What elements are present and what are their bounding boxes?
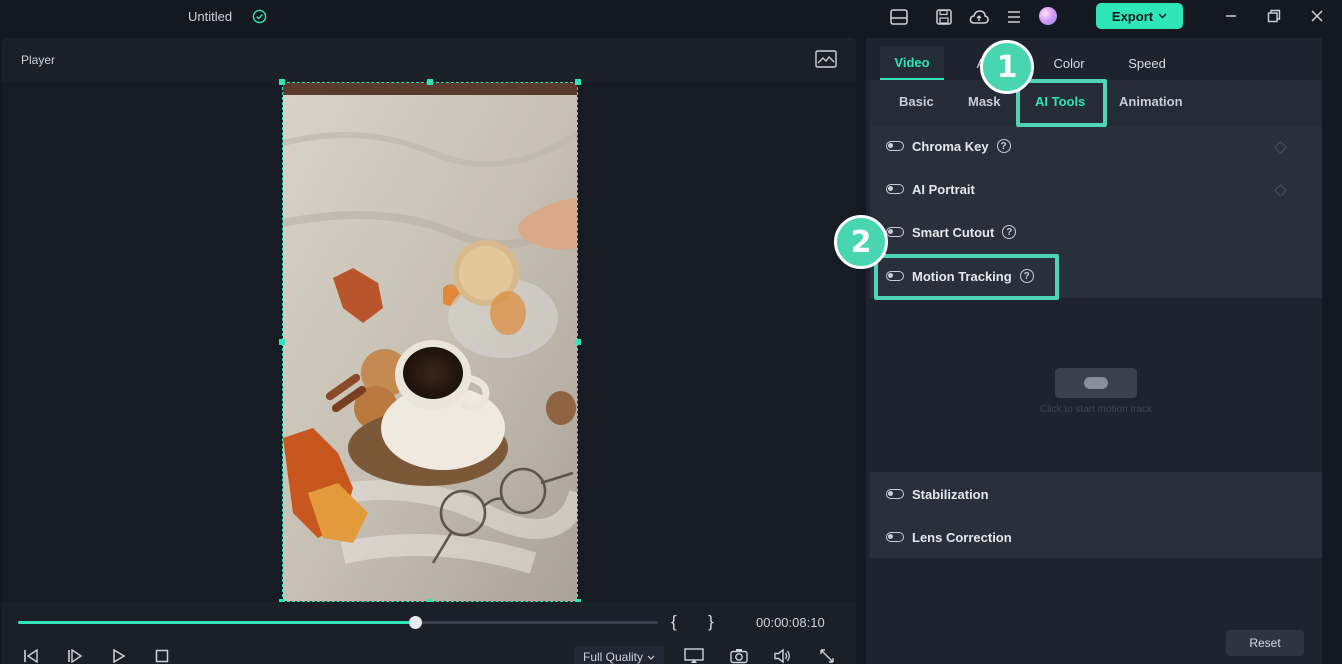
mark-out-button[interactable]: }	[708, 612, 714, 632]
playback-controls: { } 00:00:08:10 Full Quality	[2, 602, 856, 664]
reset-button[interactable]: Reset	[1226, 630, 1304, 656]
saved-check-icon	[252, 9, 267, 24]
help-icon[interactable]: ?	[996, 139, 1011, 153]
image-preview-icon[interactable]	[815, 50, 837, 68]
play-icon[interactable]	[108, 646, 130, 664]
restore-icon[interactable]	[1265, 7, 1283, 25]
preview-area	[2, 79, 856, 605]
title-bar: Untitled Export	[0, 0, 1342, 36]
timecode: 00:00:08:10	[756, 615, 825, 630]
resize-handle-top[interactable]	[427, 79, 433, 85]
snapshot-icon[interactable]	[728, 646, 750, 664]
tracking-toggle-icon	[1084, 377, 1108, 389]
tool-label: Smart Cutout	[912, 224, 995, 240]
player-panel: Player {} 00:00:08:10 Full Quality	[2, 38, 856, 664]
help-icon[interactable]: ?	[1002, 225, 1017, 239]
tool-lens-correction: Lens Correction	[886, 527, 1012, 547]
highlight-ai-tools	[1016, 79, 1107, 127]
tool-label: AI Portrait	[912, 181, 975, 197]
layout-icon[interactable]	[889, 7, 909, 27]
toggle-stabilization[interactable]	[886, 489, 904, 499]
tool-smart-cutout: Smart Cutout ?	[886, 222, 1017, 242]
user-avatar[interactable]	[1039, 7, 1057, 25]
toggle-smart-cutout[interactable]	[886, 227, 904, 237]
motion-tracking-area: Click to start motion track	[870, 298, 1322, 472]
scrubber-progress	[18, 621, 415, 624]
scrubber-thumb[interactable]	[408, 616, 422, 629]
playback-scrubber[interactable]	[18, 616, 658, 629]
export-button[interactable]: Export	[1096, 3, 1183, 29]
video-thumbnail	[283, 83, 577, 601]
video-frame[interactable]	[282, 82, 578, 602]
tool-label: Stabilization	[912, 486, 989, 502]
app-window: Untitled Export Player {} 00:00:08:10 F…	[0, 0, 1342, 664]
player-label: Player	[21, 53, 56, 67]
tab-speed[interactable]: Speed	[1118, 46, 1176, 80]
start-tracking-button[interactable]	[1055, 368, 1137, 398]
resize-handle-right[interactable]	[575, 339, 581, 345]
export-label: Export	[1111, 8, 1154, 24]
toggle-lens-correction[interactable]	[886, 532, 904, 542]
subtab-animation[interactable]: Animation	[1119, 94, 1183, 109]
toggle-ai-portrait[interactable]	[886, 184, 904, 194]
chevron-down-icon	[1158, 13, 1167, 19]
stop-icon[interactable]	[151, 646, 173, 664]
tab-color[interactable]: Color	[1042, 46, 1096, 80]
highlight-motion-tracking	[874, 254, 1059, 300]
chevron-down-icon	[647, 655, 655, 660]
tool-label: Chroma Key	[912, 138, 989, 154]
other-tools-list: Stabilization Lens Correction	[870, 472, 1322, 558]
save-icon[interactable]	[934, 7, 954, 27]
display-icon[interactable]	[683, 646, 705, 664]
fullscreen-icon[interactable]	[816, 646, 838, 664]
resize-handle-tr[interactable]	[575, 79, 581, 85]
next-frame-icon[interactable]	[64, 646, 86, 664]
menu-icon[interactable]	[1004, 7, 1024, 27]
prev-frame-icon[interactable]	[20, 646, 42, 664]
subtab-mask[interactable]: Mask	[968, 94, 1001, 109]
minimize-icon[interactable]	[1222, 7, 1240, 25]
tool-chroma-key: Chroma Key ?	[886, 136, 1011, 156]
tool-stabilization: Stabilization	[886, 484, 989, 504]
resize-handle-left[interactable]	[279, 339, 285, 345]
tool-label: Lens Correction	[912, 529, 1012, 545]
quality-label: Full Quality	[582, 650, 644, 664]
tool-ai-portrait: AI Portrait	[886, 179, 975, 199]
step-badge-2: 2	[834, 215, 888, 269]
volume-icon[interactable]	[772, 646, 794, 664]
cloud-upload-icon[interactable]	[969, 7, 989, 27]
step-badge-1: 1	[980, 40, 1034, 94]
keyframe-diamond-icon[interactable]	[1274, 141, 1287, 154]
resize-handle-tl[interactable]	[279, 79, 285, 85]
quality-select[interactable]: Full Quality	[574, 646, 664, 664]
subtab-basic[interactable]: Basic	[899, 94, 934, 109]
tracking-hint: Click to start motion track	[1039, 404, 1153, 415]
project-title: Untitled	[188, 9, 233, 24]
property-panel: Video A Color Speed Basic Mask AI Tools …	[866, 38, 1322, 664]
tab-video[interactable]: Video	[880, 46, 944, 80]
toggle-chroma-key[interactable]	[886, 141, 904, 151]
keyframe-diamond-icon[interactable]	[1274, 184, 1287, 197]
close-icon[interactable]	[1308, 7, 1326, 25]
mark-in-button[interactable]: {	[671, 612, 677, 632]
